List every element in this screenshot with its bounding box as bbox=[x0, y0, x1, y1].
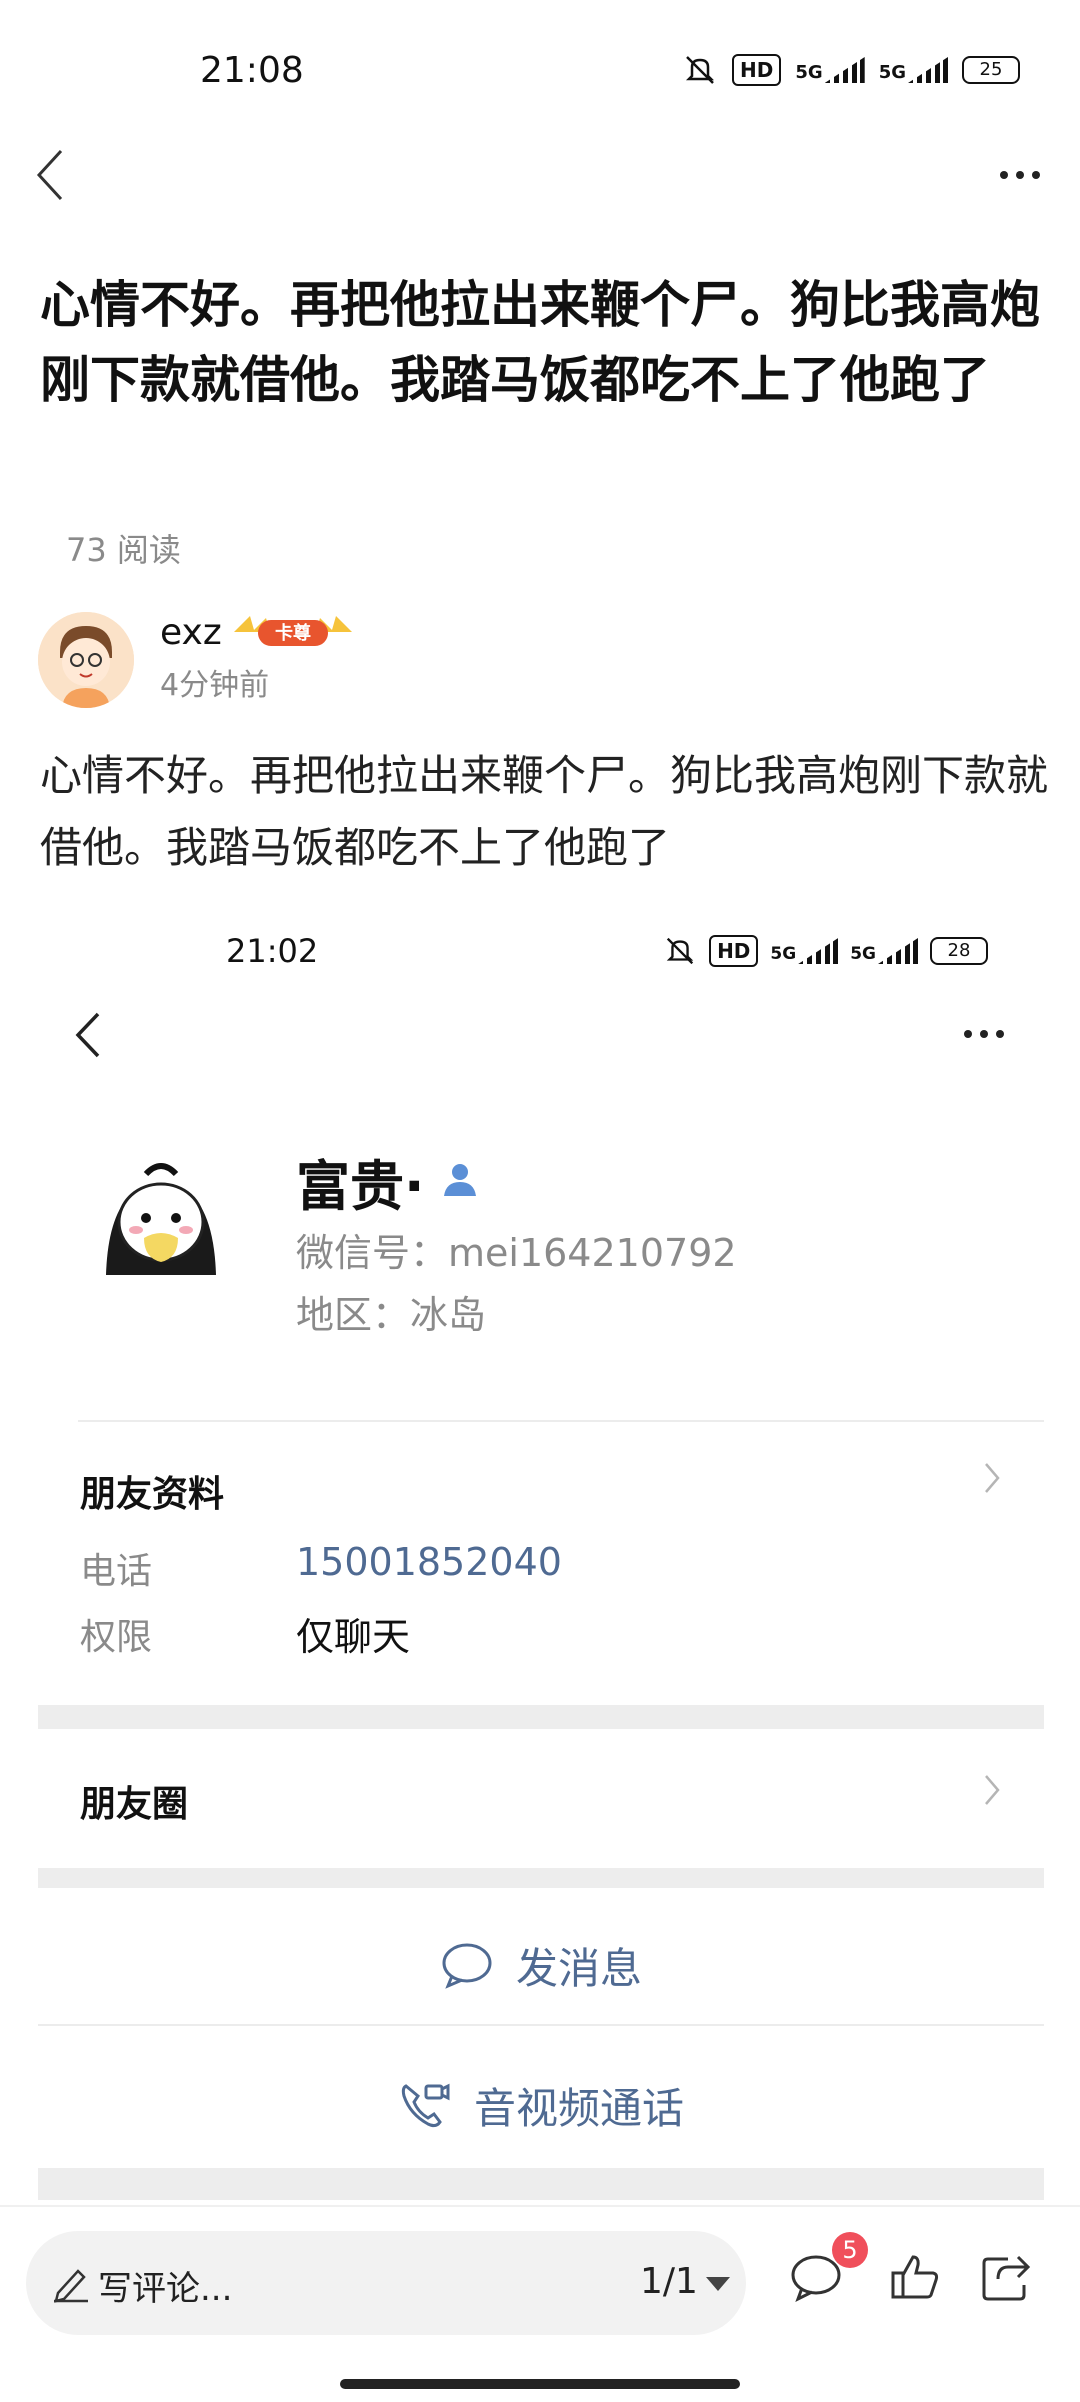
hd-indicator: HD bbox=[732, 54, 782, 86]
embedded-more-icon bbox=[964, 1030, 1004, 1038]
chevron-right-icon bbox=[985, 1463, 1000, 1493]
phone-value: 15001852040 bbox=[296, 1540, 562, 1584]
page-indicator[interactable]: 1/1 bbox=[640, 2261, 698, 2302]
post-body: 心情不好。再把他拉出来鞭个尸。狗比我高炮刚下款就借他。我踏马饭都吃不上了他跑了 bbox=[40, 751, 1049, 872]
comment-count-badge: 5 bbox=[832, 2232, 868, 2268]
vip-badge-text: 卡尊 bbox=[275, 622, 311, 644]
chat-bubble-icon bbox=[442, 1943, 492, 1989]
av-call-label: 音视频通话 bbox=[473, 2083, 684, 2133]
chevron-right-icon bbox=[985, 1775, 1000, 1805]
section-gap bbox=[38, 1868, 1044, 1888]
battery-indicator: 25 bbox=[962, 56, 1020, 84]
post-title: 心情不好。再把他拉出来鞭个尸。狗比我高炮刚下款就借他。我踏马饭都吃不上了他跑了 bbox=[40, 276, 1040, 409]
top-nav bbox=[0, 130, 1080, 220]
signal-1: 5G bbox=[795, 57, 865, 83]
signal-2: 5G bbox=[879, 57, 948, 83]
read-count: 73 阅读 bbox=[66, 531, 181, 569]
embedded-signal-1: 5G bbox=[770, 938, 839, 964]
status-icons: HD 5G 5G 25 bbox=[682, 52, 1020, 88]
embedded-hd-indicator: HD bbox=[709, 935, 759, 967]
comment-placeholder: 写评论... bbox=[98, 2269, 233, 2309]
embedded-signal-2: 5G bbox=[850, 938, 918, 964]
section-gap bbox=[38, 2168, 1044, 2200]
contact-name: 富贵· bbox=[296, 1155, 425, 1218]
person-icon bbox=[440, 1158, 480, 1202]
embedded-status-time: 21:02 bbox=[226, 932, 319, 970]
bottom-bar: 写评论... 1/1 5 bbox=[0, 2205, 1080, 2402]
chevron-left-icon bbox=[36, 149, 63, 201]
contact-region: 地区：冰岛 bbox=[296, 1293, 487, 1337]
vip-badge: 卡尊 bbox=[230, 612, 356, 652]
send-message-row: 发消息 bbox=[38, 1930, 1044, 2000]
post-time: 4分钟前 bbox=[160, 668, 270, 703]
status-bar: 21:08 HD 5G 5G 25 bbox=[0, 0, 1080, 150]
permission-value: 仅聊天 bbox=[296, 1615, 411, 1659]
phone-label: 电话 bbox=[80, 1551, 153, 1592]
av-call-row: 音视频通话 bbox=[38, 2070, 1044, 2140]
home-indicator[interactable] bbox=[340, 2379, 740, 2389]
author-avatar[interactable] bbox=[38, 612, 134, 708]
embedded-battery: 28 bbox=[930, 937, 988, 965]
share-icon[interactable] bbox=[978, 2249, 1034, 2305]
back-button[interactable] bbox=[20, 140, 80, 210]
status-time: 21:08 bbox=[200, 50, 304, 91]
contact-avatar bbox=[96, 1150, 226, 1280]
send-message-label: 发消息 bbox=[515, 1943, 642, 1993]
divider bbox=[38, 2024, 1044, 2026]
embedded-status-icons: HD 5G 5G 28 bbox=[663, 934, 988, 968]
embedded-back-icon bbox=[68, 1010, 108, 1060]
friend-info-label: 朋友资料 bbox=[80, 1474, 225, 1515]
author-name[interactable]: exz bbox=[160, 612, 222, 653]
pencil-icon bbox=[54, 2269, 88, 2303]
section-gap bbox=[38, 1705, 1044, 1729]
moments-label: 朋友圈 bbox=[80, 1784, 189, 1825]
more-button[interactable] bbox=[990, 160, 1050, 190]
caret-down-icon[interactable] bbox=[706, 2277, 730, 2291]
phone-video-icon bbox=[401, 2083, 450, 2128]
embedded-screenshot[interactable]: 21:02 HD 5G 5G 28 富贵· 微信号：mei164210792 地… bbox=[38, 900, 1044, 2200]
divider bbox=[78, 1420, 1044, 1422]
permission-label: 权限 bbox=[80, 1617, 153, 1658]
mute-bell-icon bbox=[686, 56, 715, 84]
wechat-id: 微信号：mei164210792 bbox=[296, 1231, 737, 1275]
like-icon[interactable] bbox=[887, 2249, 943, 2305]
comment-input[interactable]: 写评论... 1/1 bbox=[26, 2231, 746, 2335]
mute-bell-icon bbox=[666, 937, 694, 965]
